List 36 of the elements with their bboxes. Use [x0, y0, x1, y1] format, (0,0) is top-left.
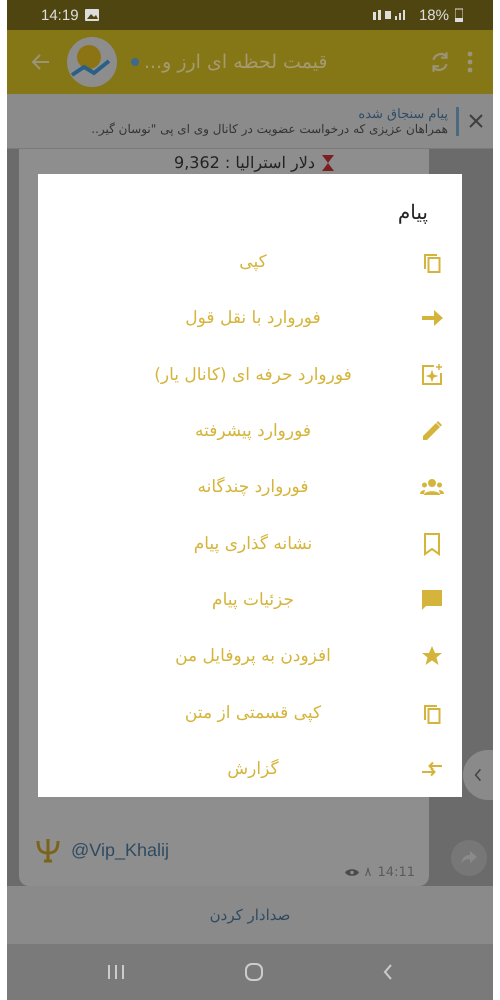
- verified-dot-icon: [131, 58, 139, 66]
- menu-item[interactable]: افزودن به پروفایل من: [56, 628, 444, 684]
- home-icon[interactable]: [244, 962, 264, 982]
- menu-item[interactable]: فوروارد حرفه ای (کانال یار): [56, 346, 444, 403]
- channel-link[interactable]: @Vip_Khalij: [71, 840, 169, 860]
- back-icon[interactable]: [383, 963, 394, 981]
- more-menu-icon[interactable]: [467, 51, 473, 73]
- menu-item[interactable]: کپی: [56, 234, 444, 290]
- channel-title: قیمت لحظه ای ارز و...: [144, 51, 328, 73]
- sparkle-frame-icon: [420, 362, 444, 387]
- menu-item[interactable]: کپی قسمتی از متن: [56, 684, 444, 741]
- pinned-text: همراهان عزیزی که درخواست عضویت در کانال وی ای پی "نوسان گیر..: [90, 122, 448, 136]
- menu-item[interactable]: نشانه گذاری پیام: [56, 515, 444, 572]
- menu-item[interactable]: فوروارد چندگانه: [56, 459, 444, 516]
- pinned-message-bar[interactable]: پیام سنجاق شده همراهان عزیزی که درخواست عضویت در کانال وی ای پی "نوسان گیر..: [7, 94, 493, 149]
- unmute-button[interactable]: صدادار کردن: [210, 906, 290, 924]
- menu-item[interactable]: فوروارد پیشرفته: [56, 402, 444, 460]
- channel-avatar[interactable]: [67, 37, 117, 87]
- menu-item[interactable]: گزارش: [56, 740, 444, 797]
- menu-item[interactable]: فوروارد با نقل قول: [56, 290, 444, 347]
- dialog-title: پیام: [398, 200, 429, 224]
- battery-level: 18%: [418, 6, 449, 24]
- menu-item[interactable]: جزئیات پیام: [56, 572, 444, 628]
- views-icon: [344, 868, 359, 877]
- expand-button[interactable]: [463, 750, 493, 800]
- chat-bubble-icon: [420, 588, 444, 612]
- battery-icon: [455, 8, 463, 22]
- image-icon: [84, 9, 99, 21]
- share-button[interactable]: [451, 840, 487, 876]
- pinned-title: پیام سنجاق شده: [357, 106, 448, 122]
- close-icon[interactable]: [469, 114, 483, 128]
- message-text: دلار استرالیا : 9,362: [174, 153, 315, 172]
- hourglass-icon: [321, 154, 335, 170]
- chevron-icon: [474, 768, 482, 782]
- recent-apps-icon[interactable]: [106, 964, 125, 980]
- status-time: 14:19: [41, 6, 79, 24]
